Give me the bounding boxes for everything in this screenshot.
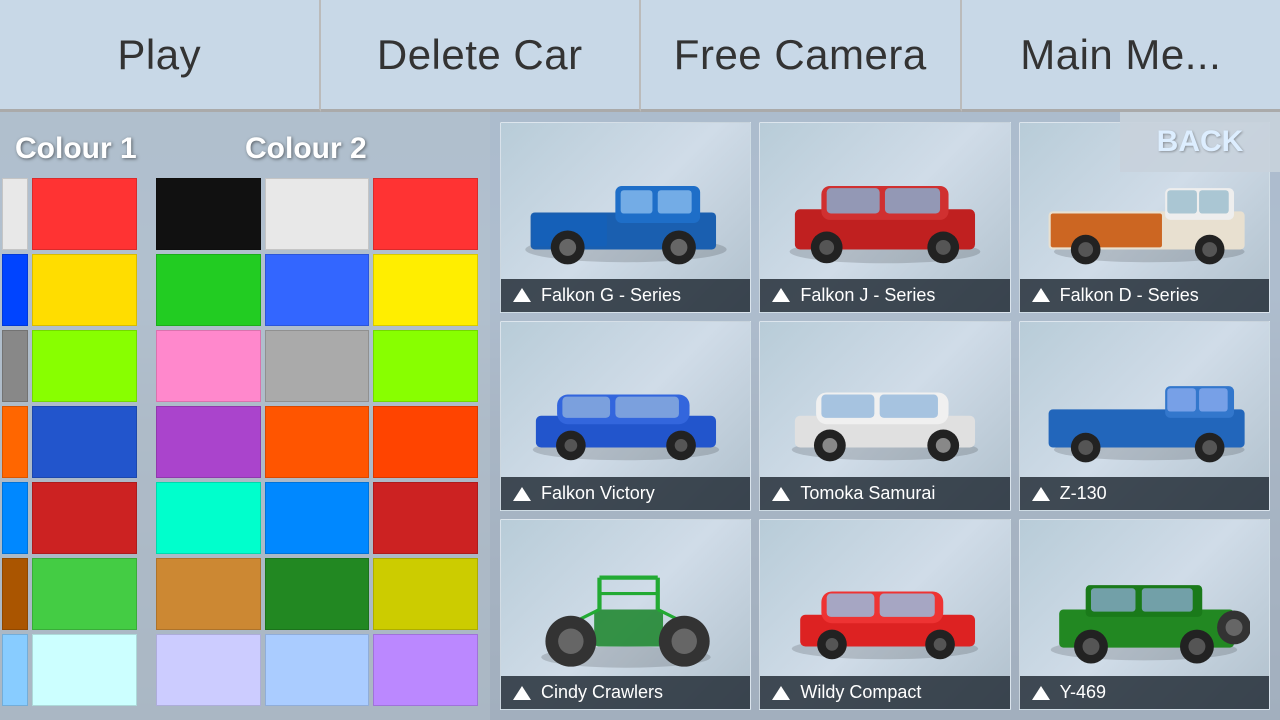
car-card-tomoka-samurai[interactable]: Tomoka Samurai — [759, 321, 1010, 512]
color-panel: Colour 1 Colour 2 — [0, 112, 490, 720]
swatch[interactable] — [265, 330, 370, 402]
swatch[interactable] — [156, 558, 261, 630]
swatch[interactable] — [32, 482, 137, 554]
car-card-falkon-victory[interactable]: Falkon Victory — [500, 321, 751, 512]
car-card-falkon-j[interactable]: Falkon J - Series — [759, 122, 1010, 313]
swatch[interactable] — [2, 558, 28, 630]
color-grid — [0, 176, 480, 704]
swatch[interactable] — [32, 254, 137, 326]
car-label-falkon-g: Falkon G - Series — [501, 279, 750, 312]
swatch[interactable] — [32, 634, 137, 706]
swatch[interactable] — [265, 406, 370, 478]
car-brand-icon — [1030, 286, 1052, 304]
play-button[interactable]: Play — [0, 0, 321, 112]
car-label-falkon-victory: Falkon Victory — [501, 477, 750, 510]
swatch[interactable] — [2, 330, 28, 402]
car-label-z130: Z-130 — [1020, 477, 1269, 510]
swatch[interactable] — [156, 254, 261, 326]
car-card-cindy-crawlers[interactable]: Cindy Crawlers — [500, 519, 751, 710]
swatch[interactable] — [265, 254, 370, 326]
swatch[interactable] — [373, 482, 478, 554]
car-card-wildy-compact[interactable]: Wildy Compact — [759, 519, 1010, 710]
swatch[interactable] — [156, 406, 261, 478]
car-label-tomoka-samurai: Tomoka Samurai — [760, 477, 1009, 510]
car-label-y469: Y-469 — [1020, 676, 1269, 709]
car-brand-icon — [511, 684, 533, 702]
swatch[interactable] — [265, 634, 370, 706]
swatch[interactable] — [156, 482, 261, 554]
main-menu-button[interactable]: Main Me... — [962, 0, 1280, 112]
color-column-4 — [371, 176, 480, 704]
swatch[interactable] — [373, 178, 478, 250]
swatch[interactable] — [32, 406, 137, 478]
swatch[interactable] — [265, 558, 370, 630]
swatch[interactable] — [2, 406, 28, 478]
swatch[interactable] — [156, 330, 261, 402]
color-column-1 — [30, 176, 139, 704]
swatch[interactable] — [2, 254, 28, 326]
car-brand-icon — [770, 485, 792, 503]
car-brand-icon — [1030, 485, 1052, 503]
swatch[interactable] — [2, 634, 28, 706]
free-camera-button[interactable]: Free Camera — [641, 0, 962, 112]
back-button[interactable]: BACK — [1120, 112, 1280, 172]
swatch[interactable] — [2, 482, 28, 554]
car-brand-icon — [770, 684, 792, 702]
car-label-cindy-crawlers: Cindy Crawlers — [501, 676, 750, 709]
swatch[interactable] — [2, 178, 28, 250]
swatch[interactable] — [373, 558, 478, 630]
colour1-header: Colour 1 — [15, 132, 215, 166]
car-card-z130[interactable]: Z-130 — [1019, 321, 1270, 512]
toolbar: Play Delete Car Free Camera Main Me... — [0, 0, 1280, 112]
swatch[interactable] — [32, 178, 137, 250]
swatch[interactable] — [373, 634, 478, 706]
car-label-wildy-compact: Wildy Compact — [760, 676, 1009, 709]
swatch[interactable] — [156, 634, 261, 706]
car-label-falkon-j: Falkon J - Series — [760, 279, 1009, 312]
car-brand-icon — [770, 286, 792, 304]
color-column-2 — [154, 176, 263, 704]
swatch[interactable] — [156, 178, 261, 250]
swatch[interactable] — [373, 254, 478, 326]
color-column-0 — [0, 176, 30, 704]
swatch[interactable] — [373, 406, 478, 478]
swatch[interactable] — [32, 558, 137, 630]
colour2-header: Colour 2 — [245, 132, 367, 166]
car-brand-icon — [511, 286, 533, 304]
car-selection-panel: Falkon G - Series Falkon J - Series — [490, 112, 1280, 720]
car-brand-icon — [1030, 684, 1052, 702]
color-column-3 — [263, 176, 372, 704]
car-brand-icon — [511, 485, 533, 503]
swatch[interactable] — [373, 330, 478, 402]
swatch[interactable] — [265, 178, 370, 250]
car-card-y469[interactable]: Y-469 — [1019, 519, 1270, 710]
swatch[interactable] — [32, 330, 137, 402]
car-label-falkon-d: Falkon D - Series — [1020, 279, 1269, 312]
car-card-falkon-g[interactable]: Falkon G - Series — [500, 122, 751, 313]
swatch[interactable] — [265, 482, 370, 554]
color-headers: Colour 1 Colour 2 — [0, 132, 480, 166]
delete-car-button[interactable]: Delete Car — [321, 0, 642, 112]
